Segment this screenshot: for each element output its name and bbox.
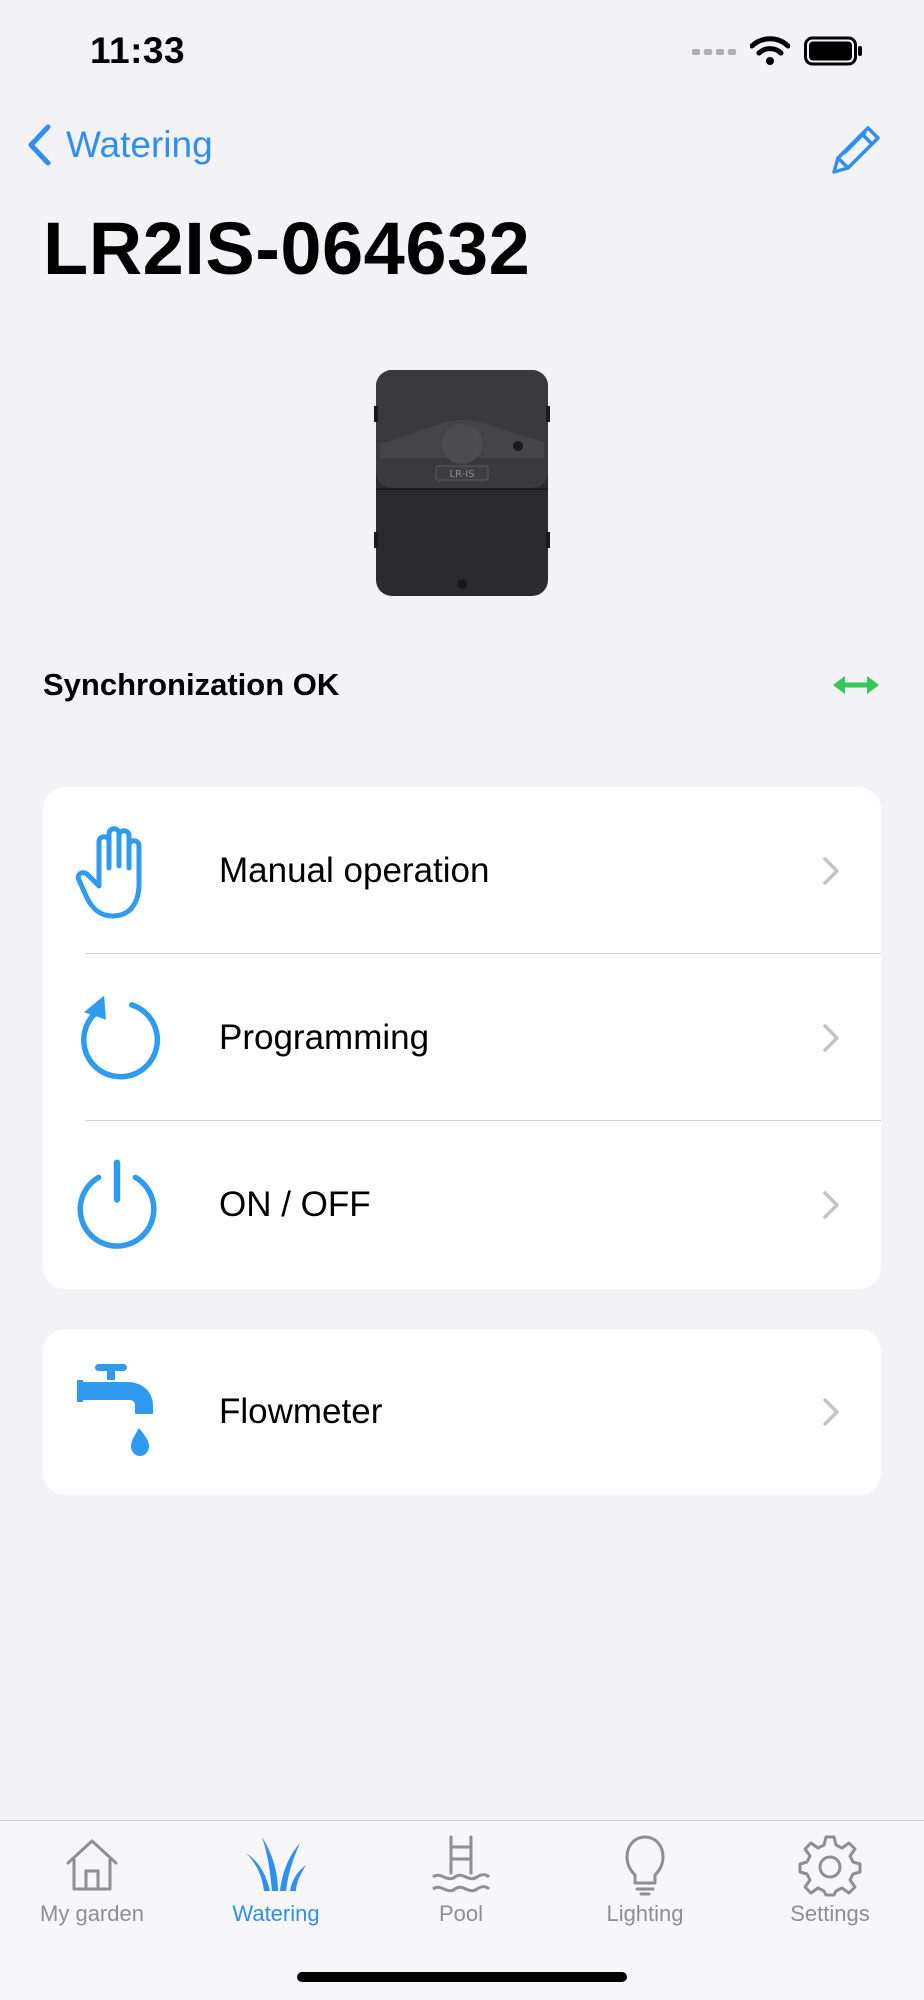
menu-item-programming[interactable]: Programming [43,954,881,1121]
status-indicators [692,36,864,66]
flowmeter-card: Flowmeter [43,1329,881,1495]
chevron-right-icon [823,1398,839,1426]
back-label: Watering [66,124,213,165]
chevron-left-icon [28,124,51,166]
menu-item-label: ON / OFF [219,1184,371,1224]
sync-status-row: Synchronization OK [43,660,881,710]
refresh-icon [71,988,163,1088]
grass-icon [246,1837,306,1891]
device-label: LR-IS [449,469,474,480]
page-title: LR2IS-064632 [43,207,531,290]
back-button[interactable]: Watering [26,124,213,166]
gear-icon [798,1835,862,1897]
tab-label: My garden [40,1901,144,1926]
home-indicator[interactable] [297,1972,627,1982]
sync-status-label: Synchronization OK [43,667,340,702]
pencil-icon [832,126,880,174]
menu-item-label: Flowmeter [219,1392,383,1431]
wifi-icon [750,36,790,65]
signal-icon [692,49,736,55]
house-icon [66,1839,118,1891]
tab-settings[interactable]: Settings [755,1833,905,1927]
power-icon [71,1155,163,1255]
menu-item-label: Programming [219,1017,430,1057]
lightbulb-icon [625,1835,665,1896]
device-image: LR-IS [372,366,552,600]
chevron-right-icon [823,1190,839,1219]
tab-lighting[interactable]: Lighting [570,1833,720,1927]
faucet-icon [71,1362,163,1462]
menu-item-label: Manual operation [219,850,490,890]
hand-icon [71,821,163,921]
menu-item-on-off[interactable]: ON / OFF [43,1121,881,1288]
tab-label: Settings [790,1901,870,1926]
menu-card: Manual operation Programming ON / OFF [43,787,881,1289]
chevron-right-icon [823,856,839,885]
tab-label: Lighting [606,1901,684,1926]
menu-item-flowmeter[interactable]: Flowmeter [43,1329,881,1495]
battery-icon [804,36,862,66]
sync-arrows-icon [833,676,879,694]
tab-label: Watering [232,1901,320,1926]
edit-button[interactable] [828,122,884,178]
menu-item-manual-operation[interactable]: Manual operation [43,787,881,954]
status-time: 11:33 [90,30,186,71]
tab-watering[interactable]: Watering [201,1833,351,1927]
tab-pool[interactable]: Pool [386,1833,536,1927]
chevron-right-icon [823,1023,839,1052]
tab-label: Pool [438,1901,484,1926]
tab-my-garden[interactable]: My garden [17,1833,167,1927]
status-bar: 11:33 [0,0,924,100]
pool-ladder-icon [432,1835,491,1893]
